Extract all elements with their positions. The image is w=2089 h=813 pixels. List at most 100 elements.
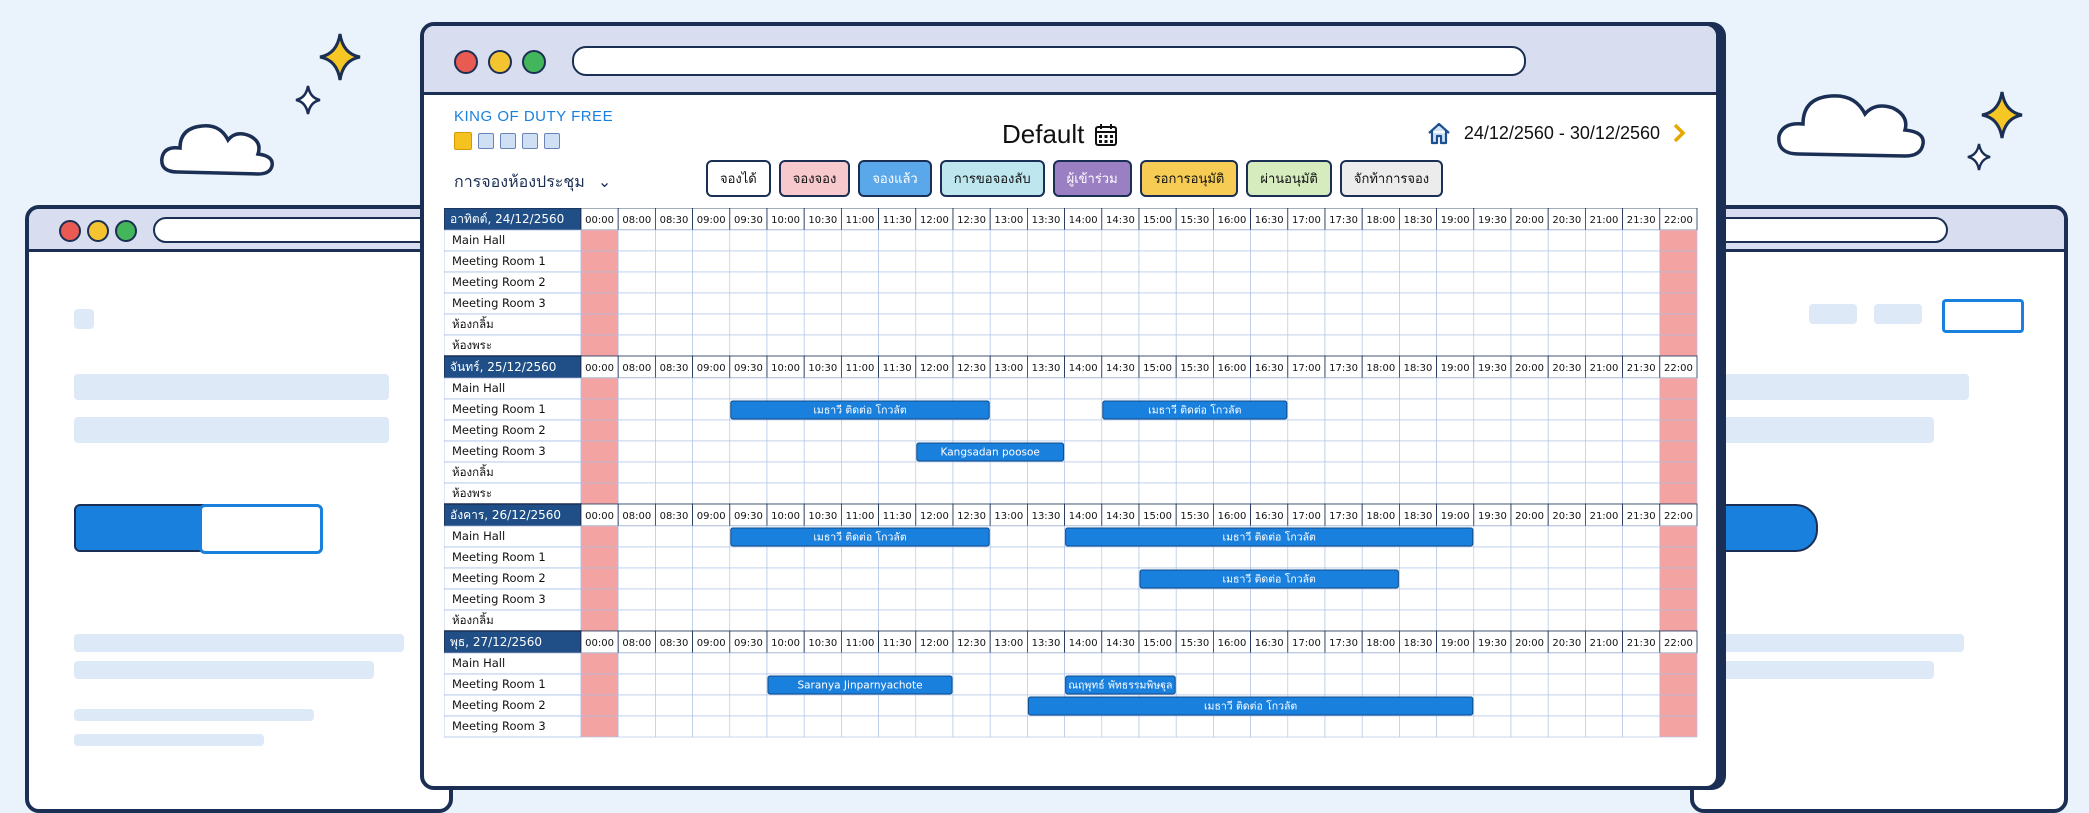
view-icon[interactable] — [478, 133, 494, 149]
time-slot[interactable] — [692, 461, 731, 484]
time-slot[interactable] — [989, 292, 1028, 315]
time-slot[interactable] — [1101, 609, 1140, 632]
time-slot[interactable] — [692, 567, 731, 590]
time-slot[interactable] — [655, 292, 693, 315]
time-slot[interactable] — [1361, 229, 1400, 252]
time-slot[interactable] — [766, 419, 805, 442]
time-slot[interactable] — [915, 229, 954, 252]
time-slot[interactable] — [1250, 419, 1289, 442]
time-slot[interactable] — [766, 715, 805, 738]
time-slot[interactable] — [1101, 715, 1140, 738]
time-slot[interactable] — [803, 609, 842, 632]
time-slot[interactable] — [841, 652, 879, 675]
time-slot[interactable] — [655, 398, 693, 421]
time-slot[interactable] — [915, 609, 954, 632]
time-slot[interactable] — [1510, 271, 1549, 294]
time-slot[interactable] — [617, 525, 656, 548]
time-slot[interactable] — [1547, 250, 1586, 273]
time-slot[interactable] — [1324, 546, 1363, 569]
time-slot[interactable] — [1064, 334, 1103, 357]
time-slot[interactable] — [729, 461, 768, 484]
home-icon[interactable] — [1426, 121, 1452, 145]
time-slot[interactable] — [1399, 334, 1437, 357]
time-slot[interactable] — [1622, 271, 1661, 294]
time-slot[interactable] — [729, 313, 768, 336]
time-slot[interactable] — [1175, 609, 1214, 632]
time-slot[interactable] — [766, 250, 805, 273]
time-slot[interactable] — [1585, 673, 1623, 696]
time-slot[interactable] — [1064, 229, 1103, 252]
time-slot[interactable] — [1324, 440, 1363, 463]
time-slot[interactable] — [692, 482, 731, 505]
time-slot[interactable] — [692, 313, 731, 336]
time-slot[interactable] — [1138, 440, 1177, 463]
time-slot[interactable] — [952, 694, 991, 717]
time-slot[interactable] — [1436, 652, 1475, 675]
time-slot[interactable] — [841, 271, 879, 294]
time-slot[interactable] — [1436, 609, 1475, 632]
time-slot[interactable] — [1361, 652, 1400, 675]
time-slot[interactable] — [1138, 229, 1177, 252]
time-slot[interactable] — [1175, 334, 1214, 357]
time-slot[interactable] — [1027, 588, 1065, 611]
time-slot[interactable] — [1361, 313, 1400, 336]
time-slot[interactable] — [655, 229, 693, 252]
legend-item-5[interactable]: รอการอนุมัติ — [1139, 160, 1239, 197]
time-slot[interactable] — [617, 609, 656, 632]
time-slot[interactable] — [1101, 377, 1140, 400]
maximize-window-icon[interactable] — [522, 50, 546, 74]
time-slot[interactable] — [952, 588, 991, 611]
time-slot[interactable] — [617, 482, 656, 505]
time-slot[interactable] — [1324, 609, 1363, 632]
section-dropdown[interactable]: การจองห้องประชุม ⌄ — [454, 170, 611, 195]
time-slot[interactable] — [1361, 588, 1400, 611]
time-slot[interactable] — [841, 419, 879, 442]
time-slot[interactable] — [841, 229, 879, 252]
time-slot[interactable] — [1622, 673, 1661, 696]
time-slot[interactable] — [1287, 250, 1326, 273]
time-slot[interactable] — [1436, 461, 1475, 484]
time-slot[interactable] — [1473, 229, 1512, 252]
time-slot[interactable] — [1510, 588, 1549, 611]
time-slot[interactable] — [1175, 440, 1214, 463]
time-slot[interactable] — [1324, 461, 1363, 484]
time-slot[interactable] — [989, 271, 1028, 294]
time-slot[interactable] — [1287, 652, 1326, 675]
time-slot[interactable] — [841, 334, 879, 357]
time-slot[interactable] — [1287, 588, 1326, 611]
time-slot[interactable] — [1473, 652, 1512, 675]
time-slot[interactable] — [1138, 334, 1177, 357]
time-slot[interactable] — [803, 250, 842, 273]
time-slot[interactable] — [952, 652, 991, 675]
time-slot[interactable] — [1622, 482, 1661, 505]
time-slot[interactable] — [617, 546, 656, 569]
time-slot[interactable] — [1064, 715, 1103, 738]
time-slot[interactable] — [1250, 482, 1289, 505]
time-slot[interactable] — [1399, 588, 1437, 611]
time-slot[interactable] — [1510, 334, 1549, 357]
time-slot[interactable] — [1510, 229, 1549, 252]
time-slot[interactable] — [766, 694, 805, 717]
time-slot[interactable] — [1399, 652, 1437, 675]
time-slot[interactable] — [1622, 694, 1661, 717]
time-slot[interactable] — [655, 440, 693, 463]
time-slot[interactable] — [1361, 482, 1400, 505]
time-slot[interactable] — [989, 229, 1028, 252]
time-slot[interactable] — [1287, 271, 1326, 294]
time-slot[interactable] — [803, 461, 842, 484]
time-slot[interactable] — [1027, 546, 1065, 569]
time-slot[interactable] — [1138, 377, 1177, 400]
time-slot[interactable] — [1287, 609, 1326, 632]
time-slot[interactable] — [841, 588, 879, 611]
time-slot[interactable] — [1585, 609, 1623, 632]
time-slot[interactable] — [1473, 694, 1512, 717]
time-slot[interactable] — [1064, 419, 1103, 442]
time-slot[interactable] — [915, 313, 954, 336]
time-slot[interactable] — [1585, 250, 1623, 273]
time-slot[interactable] — [989, 567, 1028, 590]
time-slot[interactable] — [1436, 271, 1475, 294]
time-slot[interactable] — [1361, 292, 1400, 315]
time-slot[interactable] — [952, 292, 991, 315]
time-slot[interactable] — [1064, 398, 1103, 421]
time-slot[interactable] — [952, 673, 991, 696]
